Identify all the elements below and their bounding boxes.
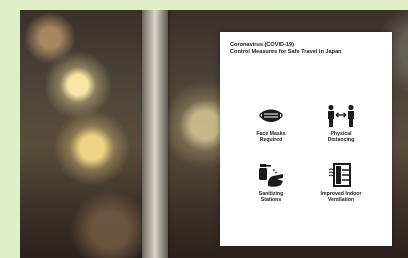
physical-distancing-icon	[328, 104, 354, 127]
window-pillar	[142, 10, 168, 258]
measure-label: Face Masks Required	[256, 131, 286, 144]
measure-face-masks: Face Masks Required	[236, 104, 306, 144]
measure-sanitizing: Sanitizing Stations	[236, 162, 306, 204]
measure-physical-distancing: Physical Distancing	[306, 104, 376, 144]
ventilation-icon	[328, 163, 351, 187]
measure-label: Sanitizing Stations	[258, 191, 284, 204]
sign-title: Coronavirus (COVID-19) Control Measures …	[230, 42, 342, 55]
covid-measures-sign: Coronavirus (COVID-19) Control Measures …	[220, 32, 392, 246]
photo-frame: Coronavirus (COVID-19) Control Measures …	[20, 10, 408, 258]
measure-label: Physical Distancing	[327, 131, 355, 144]
face-mask-icon	[259, 109, 283, 122]
sanitizer-icon	[259, 164, 283, 187]
measure-ventilation: Improved Indoor Ventilation	[306, 162, 376, 204]
measure-label: Improved Indoor Ventilation	[320, 191, 362, 204]
